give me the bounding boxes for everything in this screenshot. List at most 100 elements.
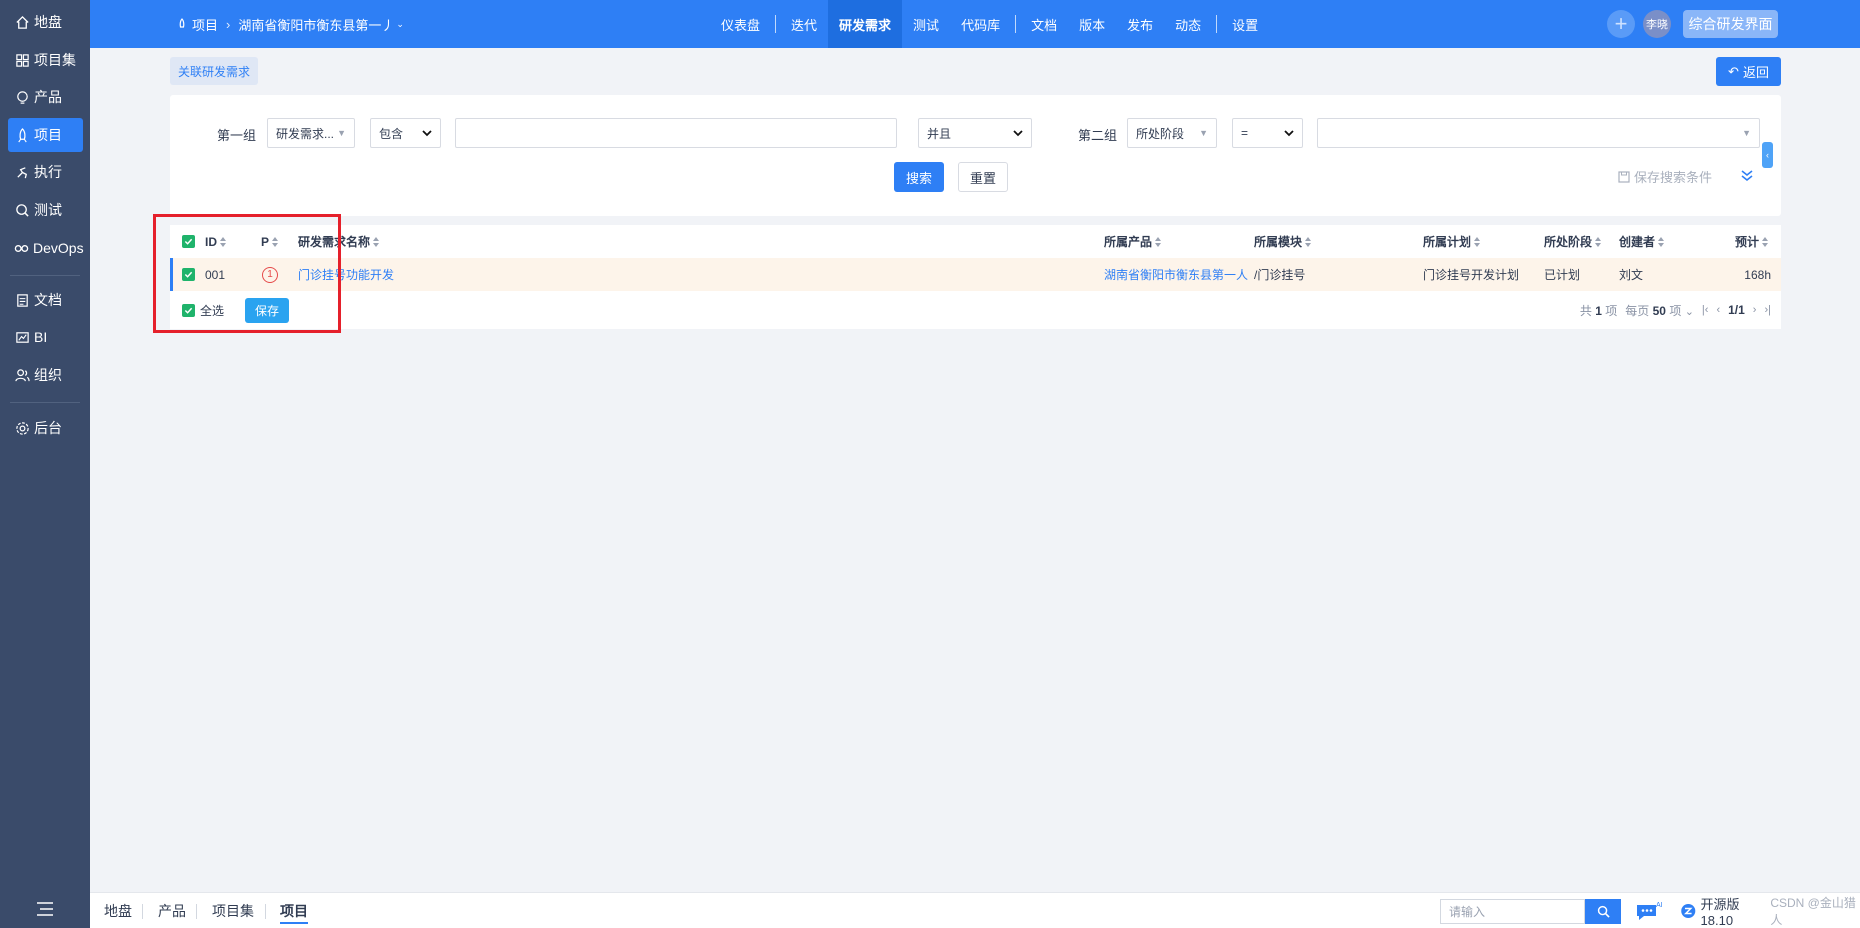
group1-value-input[interactable]: [455, 118, 897, 148]
group2-value-select[interactable]: ▼: [1317, 118, 1760, 148]
sidebar-item-devops[interactable]: DevOps: [8, 231, 84, 265]
sidebar-item-label: 后台: [34, 420, 62, 436]
reset-button[interactable]: 重置: [958, 162, 1008, 192]
column-module[interactable]: 所属模块: [1254, 225, 1312, 258]
zentao-logo-icon: [1681, 903, 1696, 919]
breadcrumb-root[interactable]: 项目: [192, 15, 218, 34]
project-nav: 仪表盘 迭代 研发需求 测试 代码库 文档 版本 发布 动态 设置: [710, 0, 1269, 48]
requirements-table: ID P 研发需求名称 所属产品 所属模块 所属计划 所处阶段 创建者 预计 0…: [170, 225, 1781, 329]
pager-total: 共 1 项: [1579, 303, 1618, 318]
global-search-button[interactable]: [1585, 899, 1621, 924]
plus-icon[interactable]: +: [1607, 10, 1635, 38]
sidebar-item-bi[interactable]: BI: [8, 320, 83, 354]
column-plan[interactable]: 所属计划: [1423, 225, 1481, 258]
column-creator-label: 创建者: [1619, 235, 1656, 249]
pager-per-page[interactable]: 每页 50 项 ⌄: [1625, 302, 1694, 319]
table-row[interactable]: 001 1 门诊挂号功能开发 湖南省衡阳市衡东县第一人 /门诊挂号 门诊挂号开发…: [170, 258, 1781, 291]
chart-icon: [14, 329, 30, 345]
group1-label: 第一组: [217, 128, 257, 143]
row-module: /门诊挂号: [1254, 268, 1306, 282]
bottom-tab-product[interactable]: 产品: [158, 893, 186, 928]
bug-search-icon: [14, 202, 30, 218]
breadcrumb: 项目 › 湖南省衡阳市衡东县第一丿 ⌄: [176, 0, 404, 48]
sidebar-item-docs[interactable]: 文档: [8, 283, 83, 317]
breadcrumb-project[interactable]: 湖南省衡阳市衡东县第一丿: [238, 15, 394, 34]
sidebar-item-label: 测试: [34, 202, 62, 218]
sort-icon: [373, 236, 380, 247]
sidebar-item-label: 执行: [34, 164, 62, 180]
group2-operator-value: =: [1241, 126, 1249, 140]
nav-divider: [1216, 15, 1218, 33]
mode-switch-button[interactable]: 综合研发界面: [1683, 10, 1778, 38]
column-stage-label: 所处阶段: [1544, 235, 1593, 249]
logic-select[interactable]: 并且: [918, 118, 1032, 148]
lightbulb-icon: [14, 89, 30, 105]
document-icon: [14, 292, 30, 308]
sidebar-item-dashboard[interactable]: 地盘: [8, 5, 83, 39]
global-search-input[interactable]: 请输入: [1440, 899, 1585, 924]
back-button-label: 返回: [1742, 65, 1769, 80]
nav-docs[interactable]: 文档: [1020, 0, 1068, 48]
column-estimate-label: 预计: [1735, 235, 1760, 249]
prev-page-icon[interactable]: ‹: [1716, 304, 1720, 316]
avatar[interactable]: 李晓: [1643, 10, 1671, 38]
double-chevron-down-icon[interactable]: [1740, 168, 1754, 182]
column-plan-label: 所属计划: [1423, 235, 1472, 249]
chevron-down-icon[interactable]: ⌄: [396, 19, 404, 30]
column-product-label: 所属产品: [1104, 235, 1153, 249]
sidebar-item-execution[interactable]: 执行: [8, 155, 83, 189]
nav-requirements[interactable]: 研发需求: [828, 0, 903, 48]
nav-repo[interactable]: 代码库: [950, 0, 1011, 48]
column-estimate[interactable]: 预计: [1735, 225, 1769, 258]
sidebar-item-programs[interactable]: 项目集: [8, 43, 83, 77]
logic-value: 并且: [927, 126, 952, 141]
nav-dashboard[interactable]: 仪表盘: [710, 0, 771, 48]
back-button[interactable]: ↶ 返回: [1716, 57, 1781, 86]
bottom-taskbar: 地盘 产品 项目集 项目 请输入 AI 开源版18.10 CSDN @金山猎人: [90, 892, 1860, 928]
nav-test[interactable]: 测试: [902, 0, 950, 48]
nav-release[interactable]: 发布: [1116, 0, 1164, 48]
sidebar-item-product[interactable]: 产品: [8, 80, 83, 114]
nav-iteration[interactable]: 迭代: [780, 0, 828, 48]
sidebar-item-project[interactable]: 项目: [8, 118, 83, 152]
bottom-tab-dashboard[interactable]: 地盘: [104, 893, 132, 928]
nav-build[interactable]: 版本: [1068, 0, 1116, 48]
sidebar-item-org[interactable]: 组织: [8, 358, 83, 392]
column-product[interactable]: 所属产品: [1104, 225, 1162, 258]
version-info[interactable]: 开源版18.10 CSDN @金山猎人: [1680, 893, 1860, 928]
group2-field-select[interactable]: 所处阶段 ▼: [1127, 118, 1217, 148]
next-page-icon[interactable]: ›: [1753, 304, 1757, 316]
group1-field-select[interactable]: 研发需求... ▼: [267, 118, 355, 148]
search-button[interactable]: 搜索: [894, 162, 944, 192]
first-page-icon[interactable]: |‹: [1702, 304, 1709, 316]
rocket-icon: [179, 18, 185, 28]
infinity-icon: [14, 240, 29, 256]
menu-collapse-icon[interactable]: [36, 902, 54, 916]
bottom-tab-project[interactable]: 项目: [280, 893, 308, 928]
nav-activity[interactable]: 动态: [1164, 0, 1212, 48]
caret-down-icon: ▼: [1199, 128, 1208, 138]
group1-operator-select[interactable]: 包含: [370, 118, 441, 148]
last-page-icon[interactable]: ›|: [1764, 304, 1771, 316]
bottom-tab-programs[interactable]: 项目集: [212, 893, 254, 928]
row-product-link[interactable]: 湖南省衡阳市衡东县第一人: [1104, 258, 1251, 291]
group2-operator-select[interactable]: =: [1232, 118, 1303, 148]
nav-settings[interactable]: 设置: [1221, 0, 1269, 48]
sidebar-item-test[interactable]: 测试: [8, 193, 83, 227]
save-search-condition-button[interactable]: 保存搜索条件: [1618, 167, 1712, 186]
save-search-condition-label: 保存搜索条件: [1634, 170, 1713, 185]
sidebar: 地盘 项目集 产品 项目 执行 测试 DevOps 文档 BI 组织 后台: [0, 0, 90, 928]
column-module-label: 所属模块: [1254, 235, 1303, 249]
link-requirements-tab[interactable]: 关联研发需求: [170, 57, 259, 85]
column-creator[interactable]: 创建者: [1619, 225, 1665, 258]
side-panel-toggle[interactable]: ‹: [1762, 142, 1773, 168]
chevron-down-icon: [1284, 130, 1294, 137]
sort-icon: [1305, 236, 1312, 247]
nav-divider: [1015, 15, 1017, 33]
breadcrumb-separator: ›: [226, 16, 231, 32]
column-stage[interactable]: 所处阶段: [1544, 225, 1602, 258]
row-estimate: 168h: [1744, 267, 1771, 282]
ai-chat-icon[interactable]: AI: [1634, 899, 1664, 923]
sidebar-item-admin[interactable]: 后台: [8, 411, 83, 445]
caret-down-icon: ▼: [337, 128, 346, 138]
